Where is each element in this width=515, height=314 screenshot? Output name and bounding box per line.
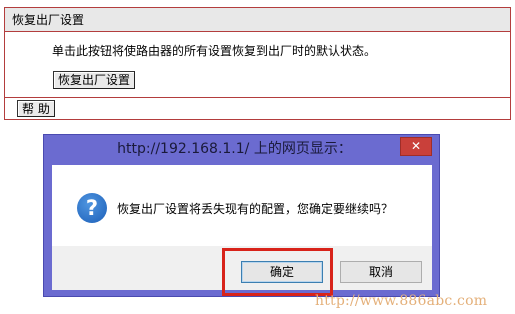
watermark: http://www.886abc.com: [315, 293, 488, 309]
question-icon: ?: [77, 193, 107, 223]
close-icon: ✕: [410, 139, 422, 153]
cancel-button[interactable]: 取消: [340, 261, 422, 283]
help-button[interactable]: 帮 助: [17, 100, 55, 117]
dialog-message: 恢复出厂设置将丢失现有的配置，您确定要继续吗？: [117, 202, 394, 216]
panel-footer: 帮 助: [5, 98, 510, 118]
factory-reset-panel: 恢复出厂设置 单击此按钮将使路由器的所有设置恢复到出厂时的默认状态。 恢复出厂设…: [4, 7, 511, 120]
panel-description: 单击此按钮将使路由器的所有设置恢复到出厂时的默认状态。: [52, 44, 377, 58]
panel-title: 恢复出厂设置: [5, 8, 510, 32]
dialog-message-area: ? 恢复出厂设置将丢失现有的配置，您确定要继续吗？: [52, 165, 432, 246]
dialog-titlebar[interactable]: http://192.168.1.1/ 上的网页显示：: [44, 135, 439, 164]
dialog-title: http://192.168.1.1/ 上的网页显示：: [117, 141, 352, 157]
panel-body: 单击此按钮将使路由器的所有设置恢复到出厂时的默认状态。 恢复出厂设置: [5, 32, 510, 98]
factory-reset-button[interactable]: 恢复出厂设置: [53, 71, 136, 89]
ok-button-highlight: [222, 248, 333, 296]
close-button[interactable]: ✕: [400, 137, 432, 156]
